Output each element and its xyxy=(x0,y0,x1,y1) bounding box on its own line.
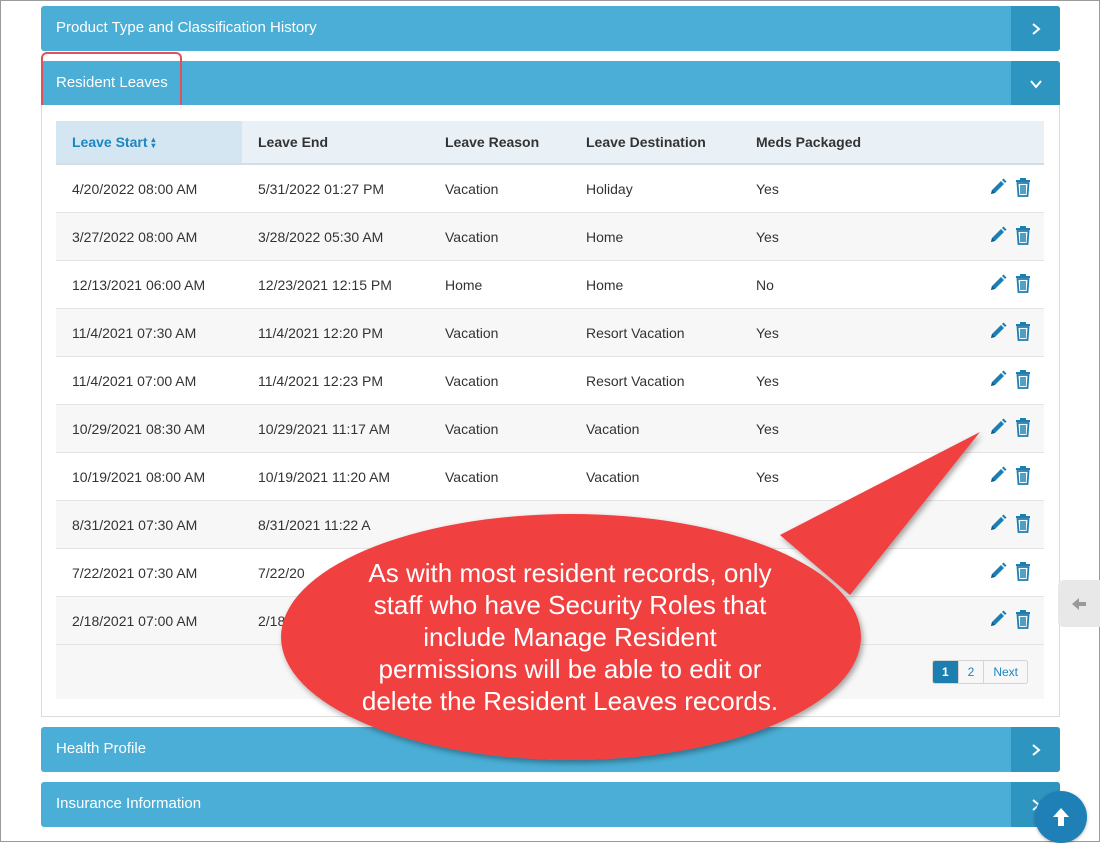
scroll-top-button[interactable] xyxy=(1035,791,1087,843)
callout-line: As with most resident records, only xyxy=(368,558,772,588)
callout-line: staff who have Security Roles that xyxy=(373,590,767,620)
callout-text: As with most resident records, only staf… xyxy=(300,557,840,717)
arrow-up-icon xyxy=(1053,808,1069,826)
callout-line: delete the Resident Leaves records. xyxy=(361,686,779,716)
callout-line: permissions will be able to edit or xyxy=(378,654,762,684)
callout-line: include Manage Resident xyxy=(423,622,717,652)
